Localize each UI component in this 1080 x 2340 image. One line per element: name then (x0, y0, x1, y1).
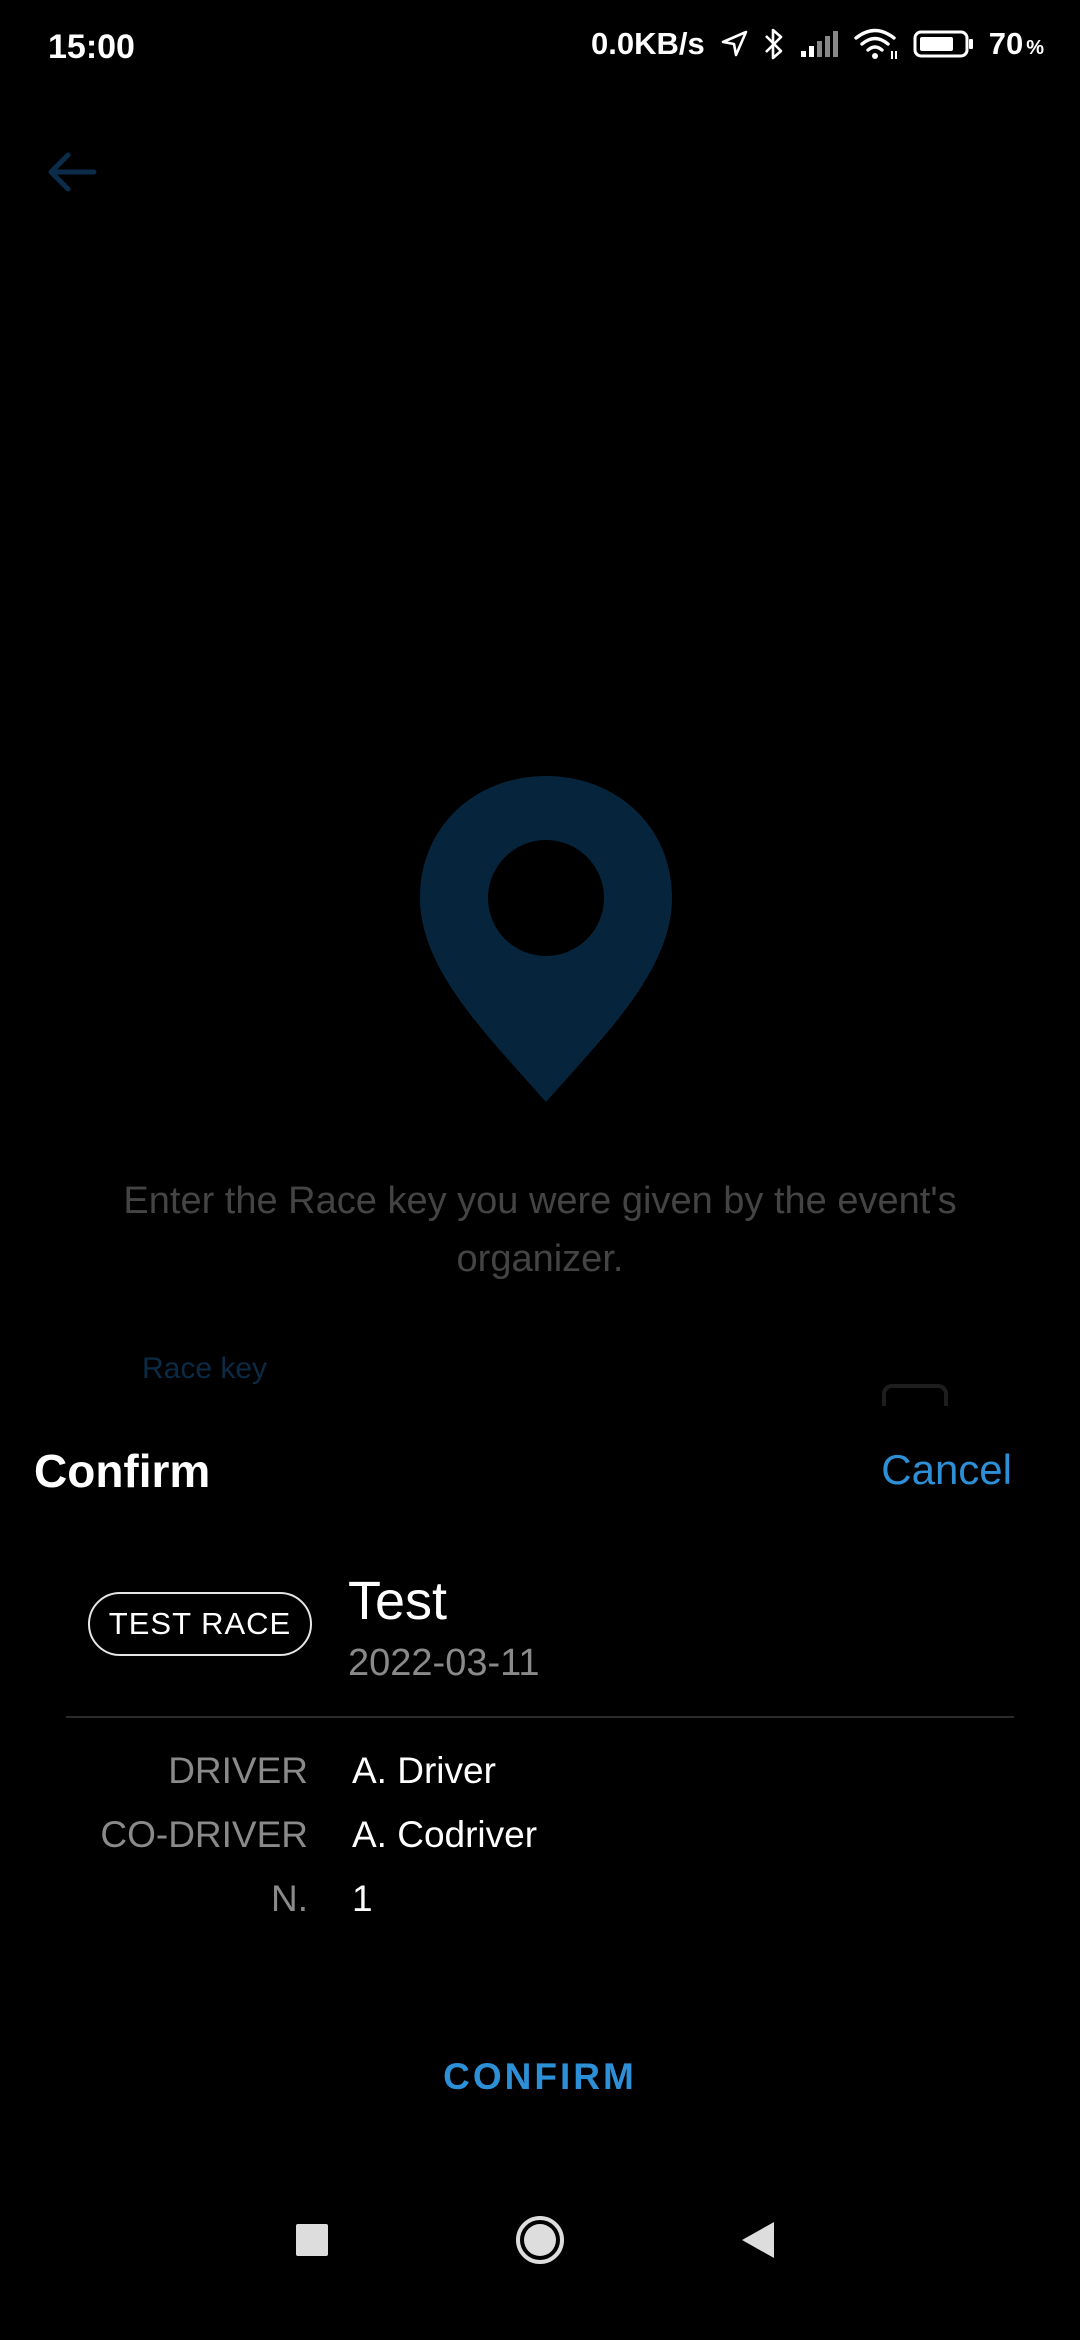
instructions-text: Enter the Race key you were given by the… (123, 1180, 957, 1280)
sheet-title: Confirm (34, 1445, 211, 1497)
battery-icon (913, 29, 975, 59)
battery-percent-unit: % (1026, 37, 1044, 59)
network-speed: 0.0KB/s (590, 26, 705, 61)
status-icons: 0.0KB/s 70 % (591, 26, 1044, 62)
location-arrow-icon (719, 29, 749, 59)
navigation-bar (0, 2170, 1080, 2340)
signal-icon (799, 29, 839, 59)
codriver-value: A. Codriver (352, 1814, 538, 1855)
number-row: N. 1 (0, 1878, 1080, 1938)
recent-apps-icon (296, 2224, 328, 2256)
codriver-row: CO-DRIVER A. Codriver (0, 1814, 1080, 1874)
home-button[interactable] (500, 2170, 580, 2310)
wifi-icon (853, 27, 899, 61)
race-badge: TEST RACE (88, 1592, 312, 1656)
cancel-button[interactable]: Cancel (881, 1446, 1012, 1494)
confirm-button[interactable]: CONFIRM (340, 2056, 740, 2098)
home-icon (516, 2216, 564, 2264)
driver-label: DRIVER (168, 1750, 308, 1791)
arrow-left-icon (48, 152, 97, 192)
back-triangle-icon (742, 2222, 774, 2258)
number-value: 1 (352, 1878, 373, 1919)
race-name: Test (348, 1571, 448, 1631)
driver-row: DRIVER A. Driver (0, 1750, 1080, 1810)
recent-apps-button[interactable] (272, 2170, 352, 2310)
codriver-label: CO-DRIVER (100, 1814, 308, 1855)
battery-percent-value: 70 (988, 26, 1024, 61)
race-date: 2022-03-11 (348, 1642, 540, 1684)
status-bar: 15:00 0.0KB/s 70 % (0, 0, 1080, 100)
race-key-label: Race key (142, 1352, 268, 1385)
status-time: 15:00 (48, 28, 135, 66)
location-pin-icon (418, 774, 674, 1104)
bluetooth-icon (763, 27, 785, 61)
driver-value: A. Driver (352, 1750, 496, 1791)
system-back-button[interactable] (718, 2170, 798, 2310)
number-label: N. (271, 1878, 308, 1919)
confirm-sheet: Confirm Cancel TEST RACE Test 2022-03-11… (0, 1410, 1080, 2170)
field-corner-icon (882, 1384, 948, 1406)
battery-percent: 70% (989, 26, 1044, 62)
back-button[interactable] (40, 140, 104, 204)
divider (66, 1716, 1014, 1718)
